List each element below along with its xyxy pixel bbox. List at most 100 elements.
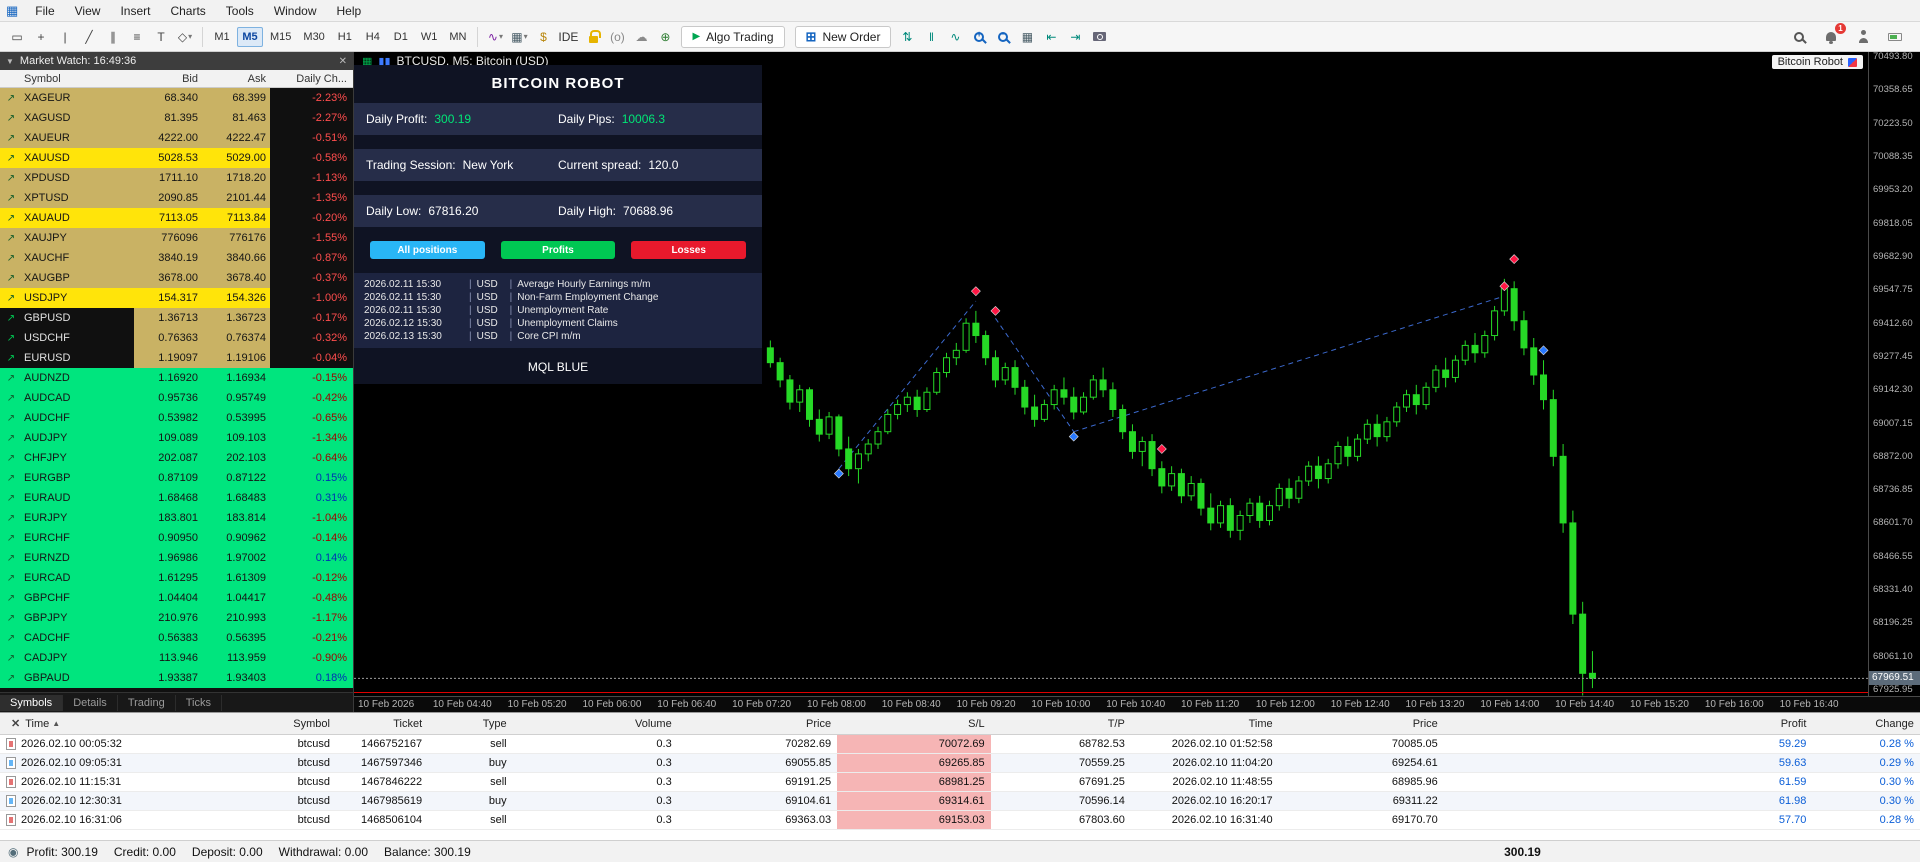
market-watch-row-usdjpy[interactable]: ↗ USDJPY 154.317 154.326 -1.00% xyxy=(0,288,353,308)
shapes-icon[interactable]: ◇ ▾ xyxy=(174,26,196,48)
text-label-icon[interactable]: T xyxy=(150,26,172,48)
column-header-tp[interactable]: T/P xyxy=(991,713,1131,734)
column-header-sl[interactable]: S/L xyxy=(837,713,991,734)
market-watch-row-audnzd[interactable]: ↗ AUDNZD 1.16920 1.16934 -0.15% xyxy=(0,368,353,388)
market-watch-row-xauusd[interactable]: ↗ XAUUSD 5028.53 5029.00 -0.58% xyxy=(0,148,353,168)
menu-item-insert[interactable]: Insert xyxy=(111,2,159,20)
market-watch-row-audjpy[interactable]: ↗ AUDJPY 109.089 109.103 -1.34% xyxy=(0,428,353,448)
timeframe-h4[interactable]: H4 xyxy=(360,27,386,47)
market-watch-row-xauchf[interactable]: ↗ XAUCHF 3840.19 3840.66 -0.87% xyxy=(0,248,353,268)
equidistant-channel-icon[interactable]: ∥ xyxy=(102,26,124,48)
market-watch-row-xaugbp[interactable]: ↗ XAUGBP 3678.00 3678.40 -0.37% xyxy=(0,268,353,288)
menu-item-window[interactable]: Window xyxy=(265,2,326,20)
tab-symbols[interactable]: Symbols xyxy=(0,694,64,711)
sort-icon[interactable]: ⇅ xyxy=(896,26,918,48)
tab-ticks[interactable]: Ticks xyxy=(176,694,222,711)
timeframe-h1[interactable]: H1 xyxy=(332,27,358,47)
time-axis[interactable]: 10 Feb 2026 10 Feb 04:40 10 Feb 05:20 10 Fe… xyxy=(354,696,1920,712)
chart-plot[interactable]: ▦ ▮▮ BTCUSD, M5: Bitcoin (USD) Bitcoin R… xyxy=(354,52,1868,696)
search-icon[interactable] xyxy=(1788,26,1810,48)
battery-icon[interactable] xyxy=(1884,26,1906,48)
menu-item-tools[interactable]: Tools xyxy=(217,2,263,20)
grid-icon[interactable]: ▦ xyxy=(1016,26,1038,48)
market-watch-row-usdchf[interactable]: ↗ USDCHF 0.76363 0.76374 -0.32% xyxy=(0,328,353,348)
expert-advisor-label[interactable]: Bitcoin Robot xyxy=(1771,55,1863,69)
tab-details[interactable]: Details xyxy=(63,694,118,711)
market-watch-row-xpdusd[interactable]: ↗ XPDUSD 1711.10 1718.20 -1.13% xyxy=(0,168,353,188)
column-header-ask[interactable]: Ask xyxy=(202,73,270,85)
column-header-symbol[interactable]: Symbol xyxy=(22,73,134,85)
market-watch-row-chfjpy[interactable]: ↗ CHFJPY 202.087 202.103 -0.64% xyxy=(0,448,353,468)
deal-row-1467597346[interactable]: 2026.02.10 09:05:31 btcusd 1467597346 buy 0.… xyxy=(0,754,1920,773)
deal-row-1467985619[interactable]: 2026.02.10 12:30:31 btcusd 1467985619 buy 0.… xyxy=(0,792,1920,811)
market-watch-row-audcad[interactable]: ↗ AUDCAD 0.95736 0.95749 -0.42% xyxy=(0,388,353,408)
market-watch-row-gbpaud[interactable]: ↗ GBPAUD 1.93387 1.93403 0.18% xyxy=(0,668,353,688)
ide-button[interactable]: IDE xyxy=(556,26,580,48)
market-watch-row-eurusd[interactable]: ↗ EURUSD 1.19097 1.19106 -0.04% xyxy=(0,348,353,368)
timeframe-m15[interactable]: M15 xyxy=(265,27,296,47)
dock-left-icon[interactable]: ⇤ xyxy=(1040,26,1062,48)
market-watch-row-gbpchf[interactable]: ↗ GBPCHF 1.04404 1.04417 -0.48% xyxy=(0,588,353,608)
crosshair-icon[interactable]: + xyxy=(30,26,52,48)
timeframe-m30[interactable]: M30 xyxy=(298,27,329,47)
market-watch-row-audchf[interactable]: ↗ AUDCHF 0.53982 0.53995 -0.65% xyxy=(0,408,353,428)
menu-item-charts[interactable]: Charts xyxy=(161,2,214,20)
column-header-change[interactable]: Change xyxy=(1812,713,1920,734)
column-header-ticket[interactable]: Ticket xyxy=(336,713,428,734)
deal-row-1466752167[interactable]: 2026.02.10 00:05:32 btcusd 1466752167 sell 0… xyxy=(0,735,1920,754)
market-watch-row-cadjpy[interactable]: ↗ CADJPY 113.946 113.959 -0.90% xyxy=(0,648,353,668)
indicators-icon[interactable]: ∿ ▾ xyxy=(484,26,506,48)
trendline-icon[interactable]: ╱ xyxy=(78,26,100,48)
all-positions-button[interactable]: All positions xyxy=(370,241,485,259)
dock-right-icon[interactable]: ⇥ xyxy=(1064,26,1086,48)
deal-row-1468506104[interactable]: 2026.02.10 16:31:06 btcusd 1468506104 sell 0… xyxy=(0,811,1920,830)
column-header-profit[interactable]: Profit xyxy=(1444,713,1813,734)
timeframe-m1[interactable]: M1 xyxy=(209,27,235,47)
vertical-line-icon[interactable]: | xyxy=(54,26,76,48)
profits-button[interactable]: Profits xyxy=(500,241,616,259)
column-header-close-time[interactable]: Time xyxy=(1131,713,1279,734)
new-order-button[interactable]: ⊞ New Order xyxy=(794,25,892,48)
market-watch-row-cadchf[interactable]: ↗ CADCHF 0.56383 0.56395 -0.21% xyxy=(0,628,353,648)
column-header-symbol[interactable]: Symbol xyxy=(259,713,336,734)
zoom-in-icon[interactable] xyxy=(968,26,990,48)
zoom-out-icon[interactable] xyxy=(992,26,1014,48)
notifications-icon[interactable]: 1 xyxy=(1820,22,1846,48)
timeframe-d1[interactable]: D1 xyxy=(388,27,414,47)
filter-icon[interactable]: ▼ xyxy=(6,57,14,66)
column-header-type[interactable]: Type xyxy=(428,713,512,734)
chart-objects-icon[interactable]: ▦ ▾ xyxy=(508,26,530,48)
deposit-icon[interactable]: $ xyxy=(532,26,554,48)
market-watch-row-eurgbp[interactable]: ↗ EURGBP 0.87109 0.87122 0.15% xyxy=(0,468,353,488)
timeframe-w1[interactable]: W1 xyxy=(416,27,443,47)
tab-trading[interactable]: Trading xyxy=(118,694,176,711)
timeframe-mn[interactable]: MN xyxy=(444,27,471,47)
timeframe-m5[interactable]: M5 xyxy=(237,26,263,47)
market-watch-row-euraud[interactable]: ↗ EURAUD 1.68468 1.68483 0.31% xyxy=(0,488,353,508)
tick-chart-icon[interactable]: ∿ xyxy=(944,26,966,48)
market-watch-row-gbpjpy[interactable]: ↗ GBPJPY 210.976 210.993 -1.17% xyxy=(0,608,353,628)
market-watch-row-xaujpy[interactable]: ↗ XAUJPY 776096 776176 -1.55% xyxy=(0,228,353,248)
menu-item-file[interactable]: File xyxy=(26,2,63,20)
app-icon[interactable]: ▦ xyxy=(6,3,18,19)
market-watch-row-xagusd[interactable]: ↗ XAGUSD 81.395 81.463 -2.27% xyxy=(0,108,353,128)
cloud-icon[interactable]: ☁ xyxy=(630,26,652,48)
lock-icon[interactable] xyxy=(582,26,604,48)
connection-icon[interactable]: (o) xyxy=(606,26,628,48)
price-axis[interactable]: 70493.80 70358.65 70223.50 70088.35 69953.20… xyxy=(1868,51,1920,696)
market-watch-row-gbpusd[interactable]: ↗ GBPUSD 1.36713 1.36723 -0.17% xyxy=(0,308,353,328)
market-watch-row-eurnzd[interactable]: ↗ EURNZD 1.96986 1.97002 0.14% xyxy=(0,548,353,568)
web-terminal-icon[interactable]: ⊕ xyxy=(654,26,676,48)
market-watch-row-eurchf[interactable]: ↗ EURCHF 0.90950 0.90962 -0.14% xyxy=(0,528,353,548)
deal-row-1467846222[interactable]: 2026.02.10 11:15:31 btcusd 1467846222 sell 0… xyxy=(0,773,1920,792)
column-header-close-price[interactable]: Price xyxy=(1279,713,1444,734)
close-icon[interactable]: ✕ xyxy=(339,56,347,67)
algo-trading-button[interactable]: ▶ Algo Trading xyxy=(681,25,785,48)
column-header-price[interactable]: Price xyxy=(678,713,837,734)
column-header-time[interactable]: ✕ Time ▲ xyxy=(0,713,259,734)
market-watch-row-xauaud[interactable]: ↗ XAUAUD 7113.05 7113.84 -0.20% xyxy=(0,208,353,228)
market-watch-row-xageur[interactable]: ↗ XAGEUR 68.340 68.399 -2.23% xyxy=(0,88,353,108)
column-header-volume[interactable]: Volume xyxy=(513,713,678,734)
profile-icon[interactable] xyxy=(1852,26,1874,48)
cursor-icon[interactable]: ▭ xyxy=(6,26,28,48)
